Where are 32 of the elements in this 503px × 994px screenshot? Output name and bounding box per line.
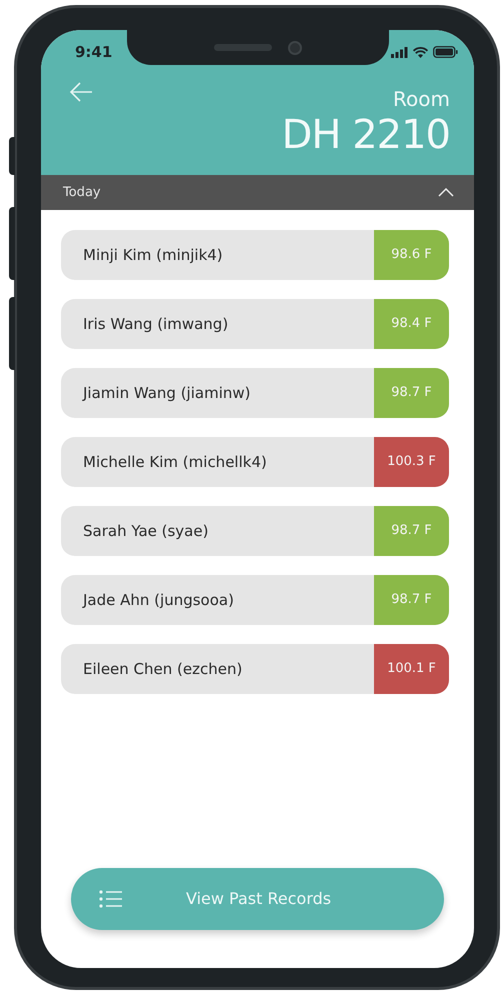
temperature-badge: 98.7 F — [374, 368, 449, 418]
student-name: Jiamin Wang (jiaminw) — [81, 382, 252, 404]
room-label: Room — [393, 86, 450, 112]
temperature-badge: 98.7 F — [374, 506, 449, 556]
section-title: Today — [63, 184, 101, 202]
back-button[interactable] — [69, 82, 93, 102]
student-name: Minji Kim (minjik4) — [82, 244, 224, 266]
student-name: Jade Ahn (jungsooa) — [81, 590, 235, 611]
record-row[interactable]: Sarah Yae (syae) 98.7 F — [61, 506, 449, 556]
student-name: Michelle Kim (michellk4) — [82, 452, 268, 473]
record-row[interactable]: Jiamin Wang (jiaminw) 98.7 F — [61, 368, 449, 418]
student-name: Iris Wang (imwang) — [82, 314, 230, 335]
temperature-badge: 98.4 F — [374, 299, 449, 349]
wifi-icon — [413, 46, 428, 58]
record-row[interactable]: Jade Ahn (jungsooa) 98.7 F — [61, 575, 449, 625]
student-name: Eileen Chen (ezchen) — [82, 658, 244, 680]
status-time: 9:41 — [75, 42, 112, 63]
student-name: Sarah Yae (syae) — [82, 520, 210, 542]
record-row[interactable]: Minji Kim (minjik4) 98.6 F — [61, 230, 449, 280]
temperature-badge: 100.3 F — [374, 437, 449, 487]
temperature-badge: 100.1 F — [374, 644, 449, 694]
temperature-badge: 98.7 F — [374, 575, 449, 625]
record-row[interactable]: Iris Wang (imwang) 98.4 F — [61, 299, 449, 349]
list-icon — [99, 890, 123, 908]
battery-icon — [433, 46, 458, 58]
room-number: DH 2210 — [282, 112, 450, 158]
signal-icon — [391, 46, 408, 58]
record-row[interactable]: Michelle Kim (michellk4) 100.3 F — [61, 437, 449, 487]
section-bar[interactable]: Today — [41, 175, 474, 210]
record-row[interactable]: Eileen Chen (ezchen) 100.1 F — [61, 644, 449, 694]
back-arrow-icon — [69, 82, 93, 102]
temperature-badge: 98.6 F — [374, 230, 449, 280]
